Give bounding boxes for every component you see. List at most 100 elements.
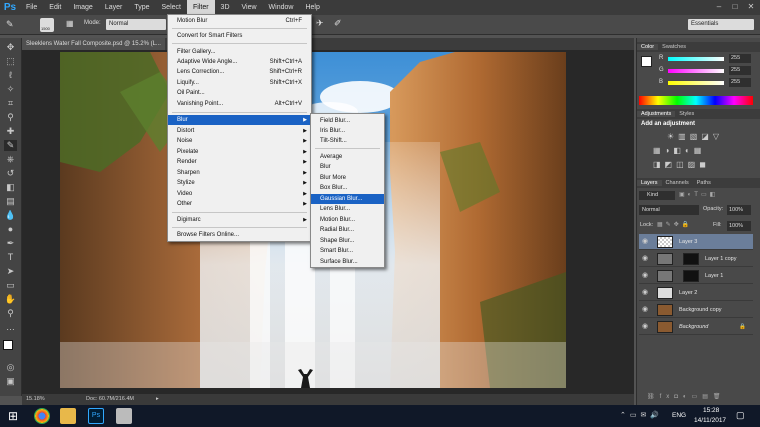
minimize-icon[interactable]: – — [714, 2, 724, 12]
tab-channels[interactable]: Channels — [662, 180, 693, 186]
close-icon[interactable]: ✕ — [746, 2, 756, 12]
foreground-color-swatch[interactable] — [3, 340, 13, 350]
menu-item-shape-blur[interactable]: Shape Blur... — [311, 236, 384, 246]
menu-item-browse-filters-online[interactable]: Browse Filters Online... — [168, 230, 311, 240]
path-select-tool-icon[interactable]: ➤ — [4, 266, 17, 277]
brush-tool-icon[interactable]: ✎ — [6, 19, 20, 31]
adjustment-icons-row-3[interactable]: ◨◩◫▨◼ — [653, 160, 753, 170]
menu-item-render[interactable]: Render ▶ — [168, 157, 311, 167]
menu-filter[interactable]: Filter — [186, 0, 215, 15]
blend-mode-select[interactable]: Normal — [639, 205, 699, 215]
menu-item-vanishing-point[interactable]: Vanishing Point... Alt+Ctrl+V — [168, 99, 311, 109]
clock-date[interactable]: 14/11/2017 — [694, 417, 726, 424]
layer-row[interactable]: ◉ Layer 3 — [639, 234, 753, 250]
value-b[interactable]: 255 — [729, 78, 751, 87]
dodge-tool-icon[interactable]: ● — [4, 224, 17, 235]
visibility-eye-icon[interactable]: ◉ — [641, 319, 649, 335]
brush-panel-icon[interactable]: ▦ — [66, 19, 76, 31]
menu-item-blur[interactable]: Blur ▶ — [168, 115, 311, 125]
pressure-icon[interactable]: ✐ — [334, 18, 344, 30]
visibility-eye-icon[interactable]: ◉ — [641, 285, 649, 301]
clone-stamp-tool-icon[interactable]: ⎈ — [4, 154, 17, 165]
menu-item-distort[interactable]: Distort ▶ — [168, 126, 311, 136]
hand-tool-icon[interactable]: ✋ — [4, 294, 17, 305]
zoom-level[interactable]: 15.18% — [26, 394, 45, 405]
tray-icons[interactable]: ⌃▭✉🔊 — [620, 411, 663, 419]
airbrush-icon[interactable]: ✈ — [316, 18, 326, 30]
eraser-tool-icon[interactable]: ◧ — [4, 182, 17, 193]
value-r[interactable]: 255 — [729, 54, 751, 63]
layers-footer-icons[interactable]: ⛓fx◘◐▭▤🗑 — [647, 393, 753, 403]
menu-item-stylize[interactable]: Stylize ▶ — [168, 178, 311, 188]
menu-help[interactable]: Help — [299, 0, 325, 15]
menu-select[interactable]: Select — [156, 0, 187, 15]
menu-item-box-blur[interactable]: Box Blur... — [311, 183, 384, 193]
clock-time[interactable]: 15:28 — [703, 407, 719, 414]
menu-item-convert-smart-filters[interactable]: Convert for Smart Filters — [168, 31, 311, 41]
chrome-icon[interactable] — [34, 408, 50, 424]
menu-item-noise[interactable]: Noise ▶ — [168, 136, 311, 146]
menu-window[interactable]: Window — [263, 0, 300, 15]
tab-styles[interactable]: Styles — [675, 111, 698, 117]
menu-item-lens-blur[interactable]: Lens Blur... — [311, 204, 384, 214]
eyedropper-tool-icon[interactable]: ⚲ — [4, 112, 17, 123]
healing-tool-icon[interactable]: ✚ — [4, 126, 17, 137]
menu-3d[interactable]: 3D — [215, 0, 236, 15]
menu-item-filter-gallery[interactable]: Filter Gallery... — [168, 47, 311, 57]
menu-item-blur-simple[interactable]: Blur — [311, 162, 384, 172]
calculator-icon[interactable] — [116, 408, 132, 424]
visibility-eye-icon[interactable]: ◉ — [641, 302, 649, 318]
input-language[interactable]: ENG — [672, 412, 686, 419]
marquee-tool-icon[interactable]: ⬚ — [4, 56, 17, 67]
color-spectrum[interactable] — [639, 96, 753, 105]
windows-start-icon[interactable]: ⊞ — [8, 409, 18, 423]
menu-image[interactable]: Image — [67, 0, 98, 15]
menu-item-liquify[interactable]: Liquify... Shift+Ctrl+X — [168, 78, 311, 88]
tab-color[interactable]: Color — [637, 44, 659, 50]
menu-item-other[interactable]: Other ▶ — [168, 199, 311, 209]
quick-select-tool-icon[interactable]: ✧ — [4, 84, 17, 95]
menu-item-digimarc[interactable]: Digimarc ▶ — [168, 215, 311, 225]
slider-r[interactable] — [668, 57, 724, 61]
layer-filter-kind[interactable]: Kind — [639, 191, 675, 200]
brush-tool-icon[interactable]: ✎ — [4, 140, 17, 151]
menu-item-average[interactable]: Average — [311, 152, 384, 162]
status-menu-arrow-icon[interactable]: ▸ — [156, 394, 159, 405]
menu-item-adaptive-wide-angle[interactable]: Adaptive Wide Angle... Shift+Ctrl+A — [168, 57, 311, 67]
menu-layer[interactable]: Layer — [99, 0, 129, 15]
menu-item-smart-blur[interactable]: Smart Blur... — [311, 246, 384, 256]
menu-item-surface-blur[interactable]: Surface Blur... — [311, 257, 384, 267]
menu-item-video[interactable]: Video ▶ — [168, 189, 311, 199]
notifications-icon[interactable]: ▢ — [736, 410, 745, 421]
file-explorer-icon[interactable] — [60, 408, 76, 424]
fill-input[interactable]: 100% — [727, 221, 751, 231]
menu-view[interactable]: View — [236, 0, 263, 15]
menu-item-pixelate[interactable]: Pixelate ▶ — [168, 147, 311, 157]
slider-b[interactable] — [668, 81, 724, 85]
crop-tool-icon[interactable]: ⌗ — [4, 98, 17, 109]
menu-item-lens-correction[interactable]: Lens Correction... Shift+Ctrl+R — [168, 67, 311, 77]
workspace-select[interactable]: Essentials — [688, 19, 754, 30]
layer-row[interactable]: ◉ Layer 2 — [639, 285, 753, 301]
visibility-eye-icon[interactable]: ◉ — [641, 251, 649, 267]
mode-select[interactable]: Normal — [106, 19, 166, 30]
move-tool-icon[interactable]: ✥ — [4, 42, 17, 53]
lock-icons[interactable]: ▦✎✥🔒 — [657, 221, 697, 230]
lasso-tool-icon[interactable]: ℓ — [4, 70, 17, 81]
adjustment-icons-row-2[interactable]: ▦◑◧◐▦ — [653, 146, 753, 156]
menu-item-sharpen[interactable]: Sharpen ▶ — [168, 168, 311, 178]
quick-mask-icon[interactable]: ◎ — [4, 362, 17, 373]
layer-filter-icons[interactable]: ▣◐T▭◧ — [679, 191, 751, 200]
document-tab[interactable]: Sleeklens Water Fall Composite.psd @ 15.… — [22, 38, 165, 50]
visibility-eye-icon[interactable]: ◉ — [641, 234, 649, 250]
layer-row[interactable]: ◉ Background 🔒 — [639, 319, 753, 335]
visibility-eye-icon[interactable]: ◉ — [641, 268, 649, 284]
value-g[interactable]: 255 — [729, 66, 751, 75]
menu-edit[interactable]: Edit — [43, 0, 67, 15]
menu-file[interactable]: File — [20, 0, 43, 15]
more-tools-icon[interactable]: … — [4, 322, 17, 333]
pen-tool-icon[interactable]: ✒ — [4, 238, 17, 249]
type-tool-icon[interactable]: T — [4, 252, 17, 263]
tab-swatches[interactable]: Swatches — [658, 44, 690, 50]
menu-item-motion-blur-sub[interactable]: Motion Blur... — [311, 215, 384, 225]
